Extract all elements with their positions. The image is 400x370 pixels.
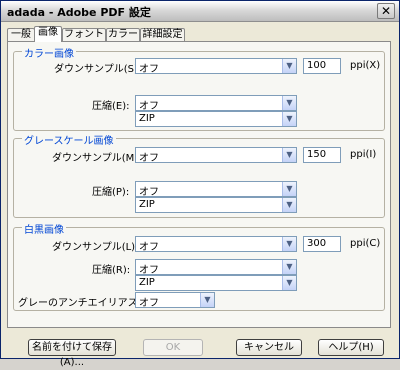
tab-fonts[interactable]: フォント [62, 28, 106, 41]
gray-images-title: グレースケール画像 [22, 132, 116, 147]
chevron-down-icon: ▼ [282, 260, 296, 274]
color-images-group: カラー画像 ダウンサンプル(S): オフ ▼ 100 ppi(X) 圧縮(E):… [13, 45, 385, 131]
mono-images-group: 白黒画像 ダウンサンプル(L): オフ ▼ 300 ppi(C) 圧縮(R): … [13, 221, 385, 311]
ok-button[interactable]: OK [143, 339, 203, 356]
close-button[interactable]: ✕ [377, 3, 395, 19]
chevron-down-icon: ▼ [282, 59, 296, 73]
color-ppi-label: ppi(X) [350, 60, 381, 71]
close-icon: ✕ [380, 4, 392, 18]
tab-color[interactable]: カラー [106, 28, 140, 41]
color-resolution-input[interactable]: 100 [303, 58, 341, 74]
color-images-title: カラー画像 [22, 45, 76, 60]
mono-images-title: 白黒画像 [22, 221, 66, 236]
tab-advanced[interactable]: 詳細設定 [140, 28, 185, 41]
save-as-button[interactable]: 名前を付けて保存(A)... [28, 339, 116, 368]
mono-antialias-select[interactable]: オフ ▼ [135, 292, 215, 309]
window-title: adada - Adobe PDF 設定 [7, 6, 151, 19]
images-panel: カラー画像 ダウンサンプル(S): オフ ▼ 100 ppi(X) 圧縮(E):… [7, 41, 391, 328]
mono-downsample-select[interactable]: オフ ▼ [135, 236, 297, 253]
title-bar[interactable]: adada - Adobe PDF 設定 ✕ [1, 1, 399, 22]
chevron-down-icon: ▼ [282, 237, 296, 251]
color-compression-label: 圧縮(E): [92, 101, 130, 112]
mono-method-select[interactable]: ZIP ▼ [135, 275, 297, 291]
gray-method-select[interactable]: ZIP ▼ [135, 197, 297, 213]
gray-downsample-select[interactable]: オフ ▼ [135, 147, 297, 164]
color-compression-select[interactable]: オフ ▼ [135, 95, 297, 112]
chevron-down-icon: ▼ [282, 276, 296, 290]
gray-images-group: グレースケール画像 ダウンサンプル(M): オフ ▼ 150 ppi(I) 圧縮… [13, 132, 385, 218]
mono-downsample-label: ダウンサンプル(L): [52, 242, 139, 253]
mono-ppi-label: ppi(C) [350, 238, 381, 249]
chevron-down-icon: ▼ [282, 96, 296, 110]
chevron-down-icon: ▼ [282, 148, 296, 162]
color-downsample-label: ダウンサンプル(S): [54, 64, 142, 75]
gray-compression-label: 圧縮(P): [92, 187, 130, 198]
gray-ppi-label: ppi(I) [350, 149, 377, 160]
color-method-select[interactable]: ZIP ▼ [135, 111, 297, 127]
gray-downsample-label: ダウンサンプル(M): [52, 153, 142, 164]
chevron-down-icon: ▼ [200, 293, 214, 307]
dialog-window: adada - Adobe PDF 設定 ✕ 一般 画像 フォント カラー 詳細… [0, 0, 400, 368]
chevron-down-icon: ▼ [282, 112, 296, 126]
mono-resolution-input[interactable]: 300 [303, 236, 341, 252]
mono-compression-select[interactable]: オフ ▼ [135, 259, 297, 276]
tab-general[interactable]: 一般 [7, 28, 35, 41]
tab-images[interactable]: 画像 [34, 26, 62, 42]
gray-compression-select[interactable]: オフ ▼ [135, 181, 297, 198]
cancel-button[interactable]: キャンセル [236, 339, 302, 356]
help-button[interactable]: ヘルプ(H) [318, 339, 384, 356]
color-downsample-select[interactable]: オフ ▼ [135, 58, 297, 75]
chevron-down-icon: ▼ [282, 198, 296, 212]
chevron-down-icon: ▼ [282, 182, 296, 196]
mono-compression-label: 圧縮(R): [92, 265, 131, 276]
gray-resolution-input[interactable]: 150 [303, 147, 341, 163]
